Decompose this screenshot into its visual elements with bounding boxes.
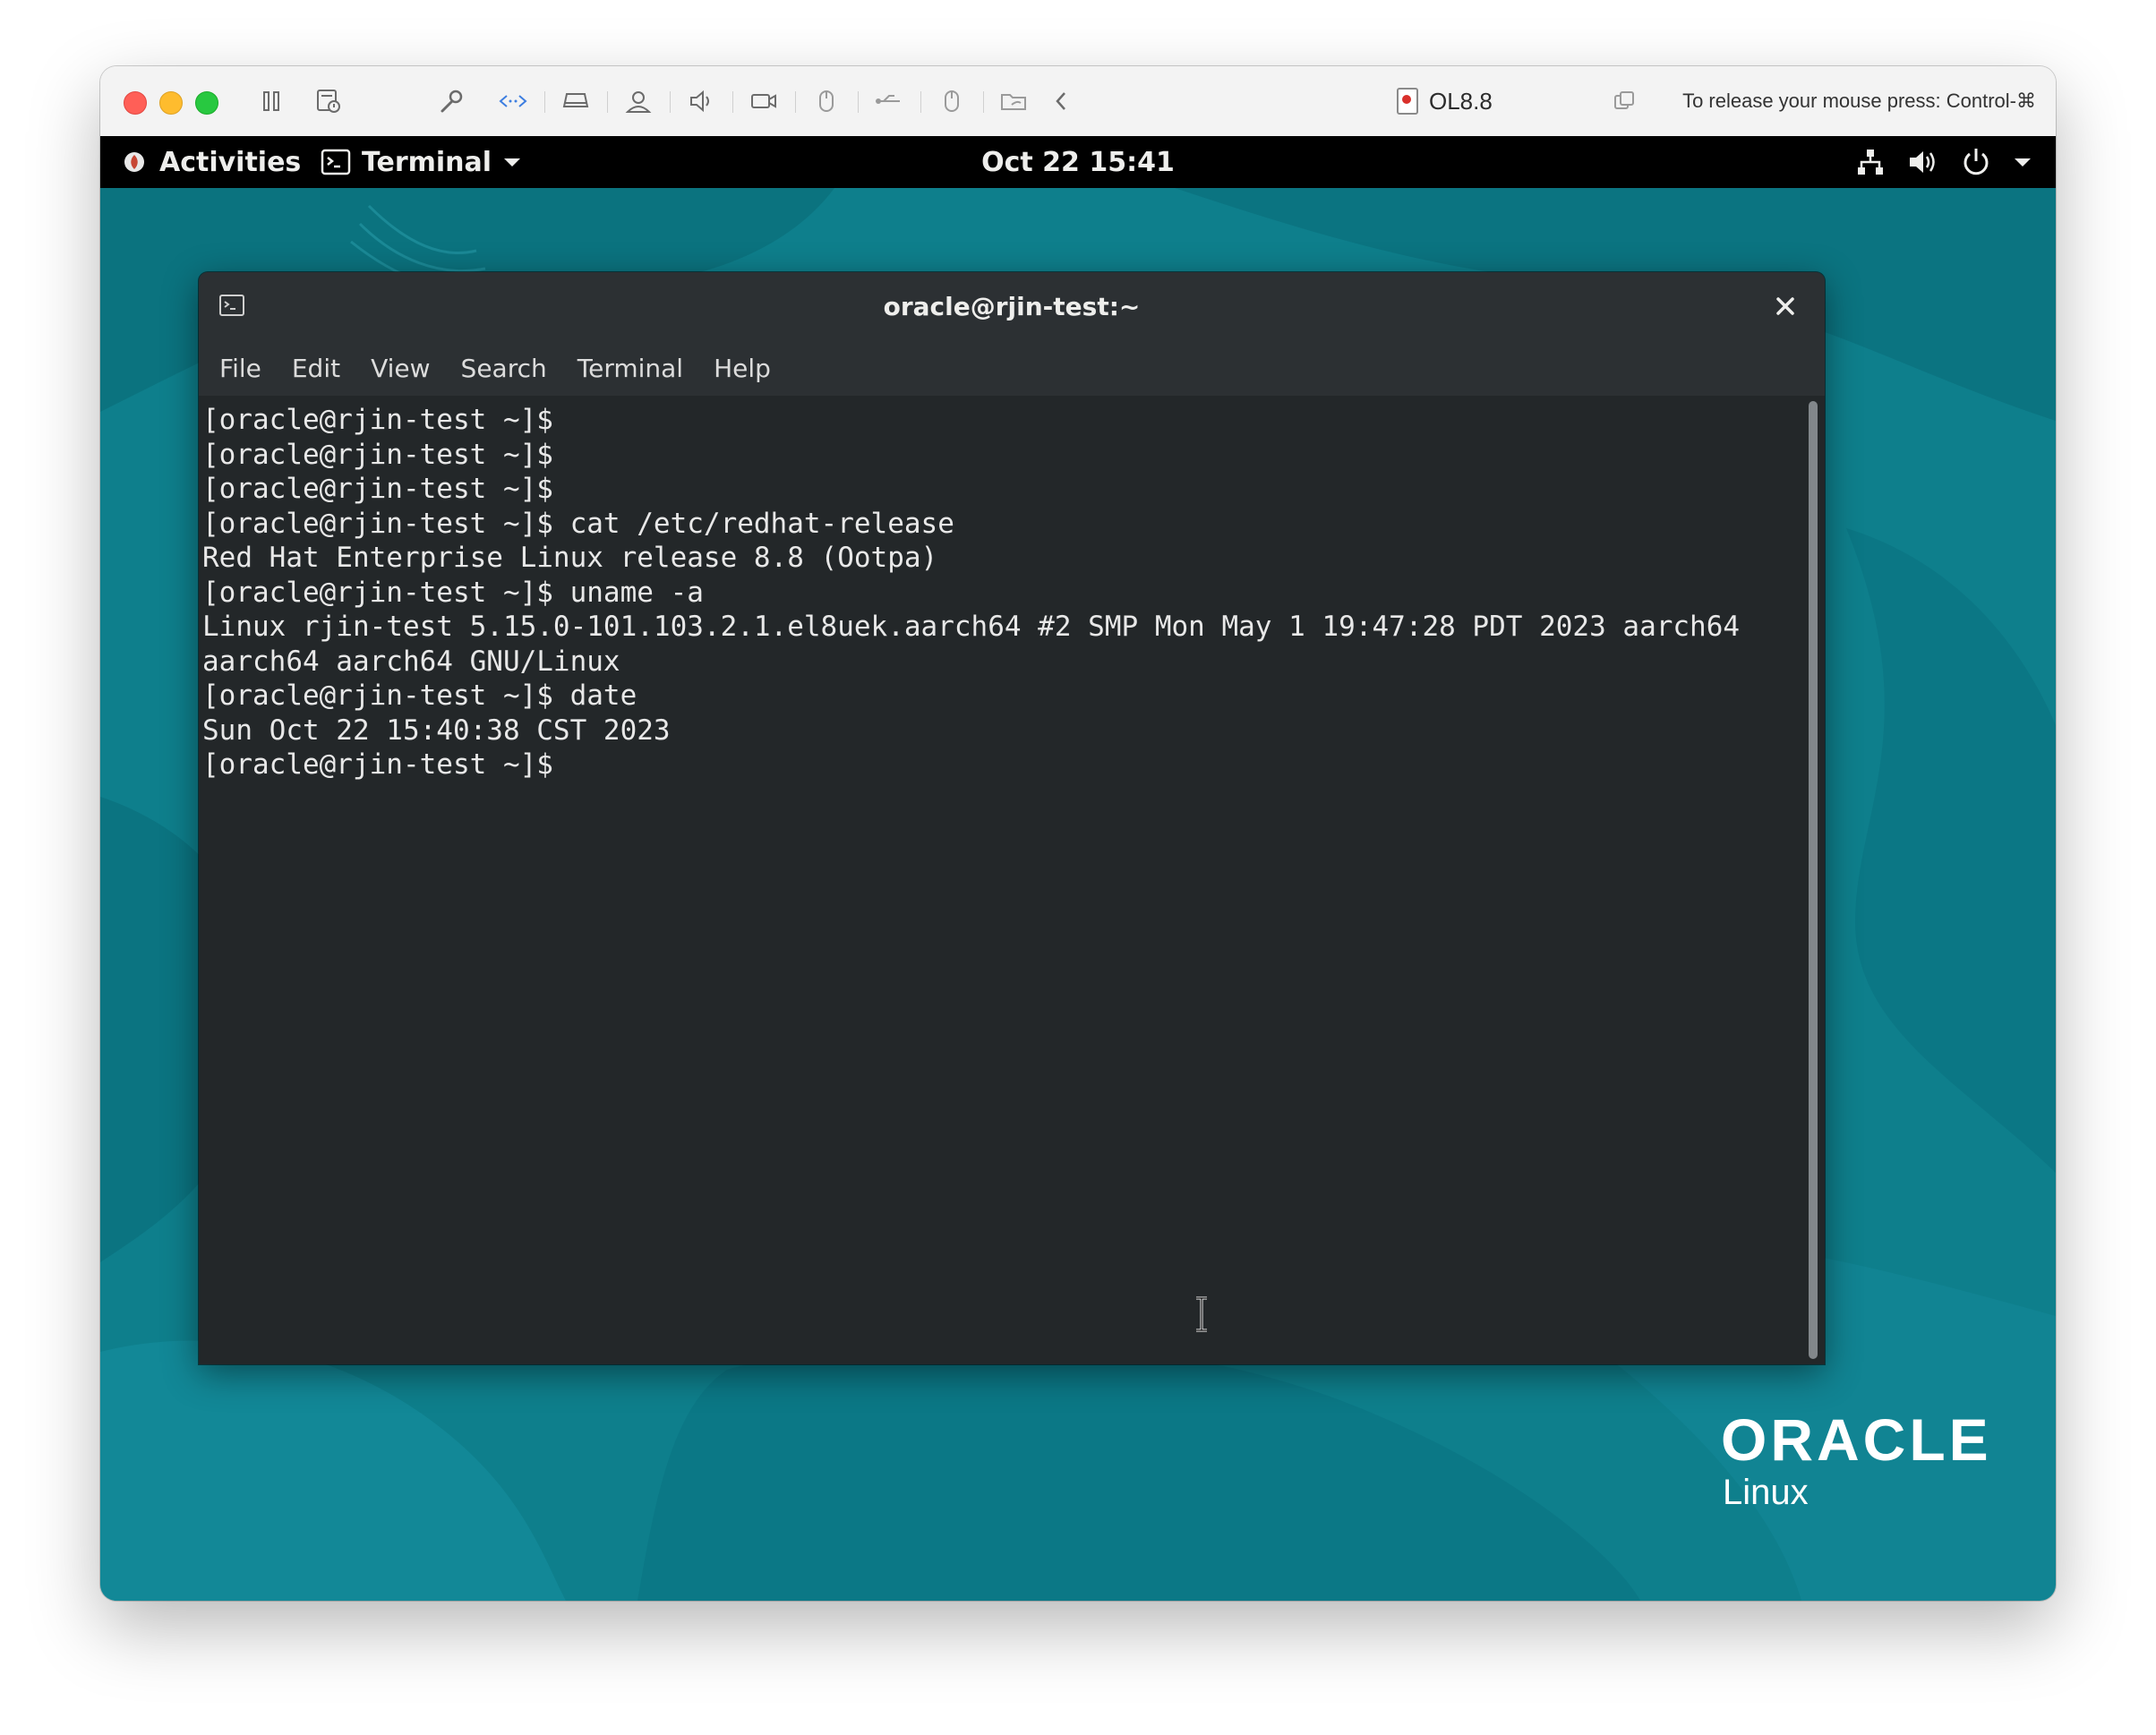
terminal-close-button[interactable] — [1771, 292, 1800, 321]
terminal-output[interactable]: [oracle@rjin-test ~]$ [oracle@rjin-test ~… — [199, 396, 1801, 1364]
snapshot-icon[interactable] — [312, 86, 346, 116]
text-cursor-icon — [1196, 1296, 1207, 1332]
clock[interactable]: Oct 22 15:41 — [981, 147, 1175, 178]
app-menu-terminal[interactable]: Terminal — [321, 136, 522, 188]
mouse-icon[interactable] — [935, 86, 969, 116]
oracle-linux-brand: ORACLE Linux — [1721, 1410, 1992, 1510]
system-status-menu[interactable] — [1855, 136, 2032, 188]
app-menu-label: Terminal — [362, 146, 492, 178]
gnome-top-bar: Activities Terminal Oct 22 15:41 — [100, 136, 2056, 188]
terminal-title: oracle@rjin-test:~ — [883, 291, 1141, 321]
desktop-background[interactable]: ORACLE Linux oracle@rjin-test:~ File Edi… — [100, 188, 2056, 1601]
shared-folder-icon[interactable] — [997, 86, 1031, 116]
vm-toolbar: OL8.8 To release your mouse press: Contr… — [100, 66, 2056, 137]
chevron-down-icon — [504, 158, 521, 167]
menu-terminal[interactable]: Terminal — [562, 340, 698, 396]
brand-sub: Linux — [1723, 1473, 1809, 1512]
pause-icon[interactable] — [254, 86, 288, 116]
user-icon[interactable] — [621, 86, 655, 116]
terminal-prompt[interactable]: [oracle@rjin-test ~]$ — [202, 748, 1740, 782]
network-icon — [1858, 150, 1883, 175]
terminal-line: Linux rjin-test 5.15.0-101.103.2.1.el8ue… — [202, 611, 1741, 643]
usb-icon[interactable] — [872, 86, 906, 116]
chevron-left-icon[interactable] — [1044, 86, 1078, 116]
menu-file[interactable]: File — [204, 340, 277, 396]
volume-icon[interactable] — [684, 86, 718, 116]
terminal-line: Red Hat Enterprise Linux release 8.8 (Oo… — [202, 542, 938, 574]
menu-search[interactable]: Search — [446, 340, 562, 396]
vm-title: OL8.8 — [1397, 86, 1493, 116]
activities-label: Activities — [159, 146, 302, 178]
volume-icon — [1910, 151, 1935, 173]
guest-screen[interactable]: Activities Terminal Oct 22 15:41 ORACLE … — [100, 136, 2056, 1601]
close-icon — [1776, 297, 1794, 315]
oracle-linux-logo-icon — [124, 152, 144, 172]
terminal-line: [oracle@rjin-test ~]$ date — [202, 679, 637, 712]
release-mouse-hint: To release your mouse press: Control-⌘ — [1682, 90, 2036, 112]
disk-drive-icon[interactable] — [559, 86, 593, 116]
vm-title-text: OL8.8 — [1429, 87, 1493, 115]
terminal-line: [oracle@rjin-test ~]$ — [202, 438, 553, 471]
network-arrows-icon[interactable] — [496, 86, 530, 116]
brand-word: ORACLE — [1721, 1406, 1992, 1473]
terminal-line: Sun Oct 22 15:40:38 CST 2023 — [202, 714, 671, 747]
terminal-window-icon[interactable] — [218, 294, 245, 317]
terminal-line: [oracle@rjin-test ~]$ — [202, 473, 553, 505]
terminal-header-bar[interactable]: oracle@rjin-test:~ — [199, 272, 1825, 341]
terminal-window[interactable]: oracle@rjin-test:~ File Edit View Search… — [199, 272, 1825, 1364]
terminal-line: [oracle@rjin-test ~]$ — [202, 404, 553, 436]
menu-view[interactable]: View — [355, 340, 445, 396]
window-zoom-button[interactable] — [195, 91, 218, 115]
vm-window: OL8.8 To release your mouse press: Contr… — [100, 66, 2056, 1601]
release-mouse-icon[interactable] — [1608, 86, 1640, 116]
chevron-down-icon — [2015, 158, 2031, 167]
terminal-line: [oracle@rjin-test ~]$ cat /etc/redhat-re… — [202, 507, 954, 540]
terminal-scrollbar[interactable] — [1809, 401, 1818, 1359]
terminal-menubar: File Edit View Search Terminal Help — [199, 340, 1825, 396]
terminal-app-icon — [321, 149, 351, 175]
activities-button[interactable]: Activities — [124, 136, 301, 188]
terminal-line: [oracle@rjin-test ~]$ uname -a — [202, 576, 704, 609]
menu-help[interactable]: Help — [698, 340, 786, 396]
settings-wrench-icon[interactable] — [433, 86, 467, 116]
menu-edit[interactable]: Edit — [277, 340, 355, 396]
terminal-line: aarch64 aarch64 GNU/Linux — [202, 645, 620, 678]
vm-document-icon — [1397, 88, 1418, 115]
power-icon — [1964, 149, 1989, 175]
window-minimize-button[interactable] — [159, 91, 183, 115]
window-close-button[interactable] — [124, 91, 147, 115]
mouse-icon[interactable] — [809, 86, 843, 116]
camera-icon[interactable] — [747, 86, 781, 116]
